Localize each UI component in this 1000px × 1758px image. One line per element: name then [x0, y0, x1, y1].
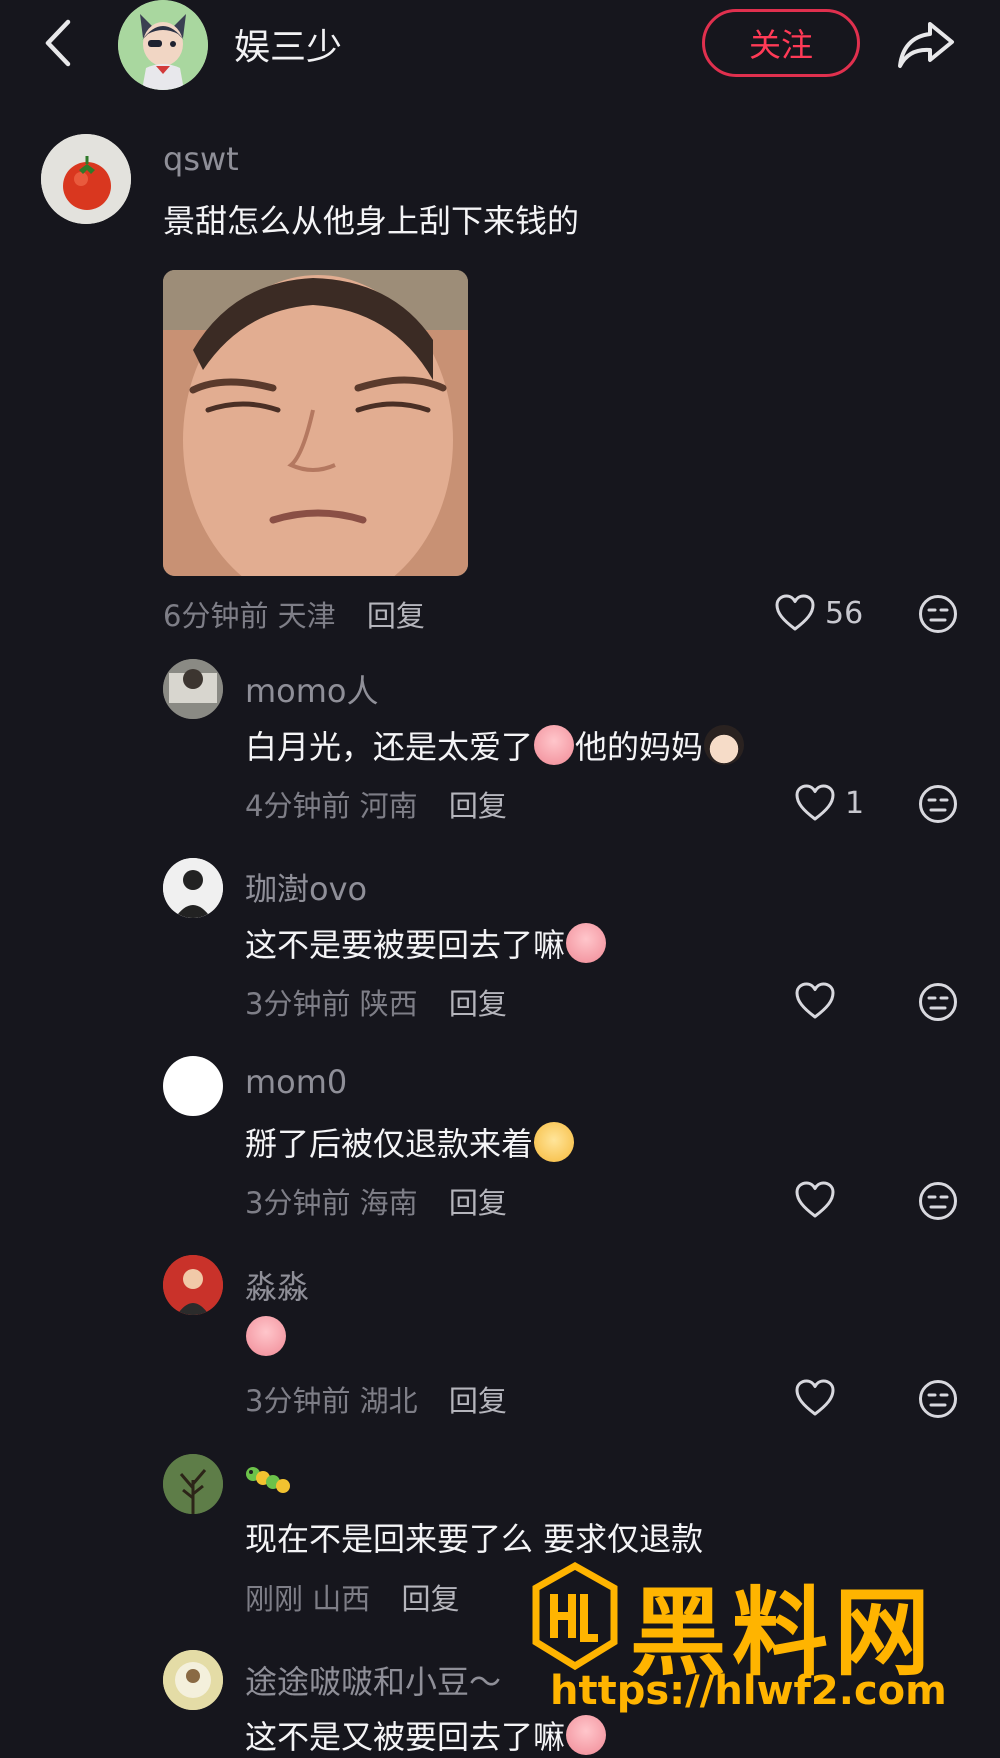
reply-reply-button[interactable]: 回复	[449, 987, 507, 1021]
reply-reply-button[interactable]: 回复	[401, 1582, 459, 1616]
chevron-left-icon	[45, 19, 71, 67]
reply-reply-button[interactable]: 回复	[449, 1186, 507, 1220]
reply-like-button[interactable]	[795, 982, 835, 1024]
reply-like-button[interactable]	[795, 784, 835, 826]
account-avatar[interactable]	[118, 0, 208, 90]
reply-username[interactable]: 途途啵啵和小豆～	[245, 1657, 501, 1703]
comment-meta: 6分钟前 天津 回复	[163, 593, 425, 635]
reply-text: 现在不是回来要了么 要求仅退款	[245, 1520, 704, 1558]
reply-like-button[interactable]	[795, 1181, 835, 1223]
reply-like-count: 1	[845, 786, 865, 821]
reply-like-button[interactable]	[795, 1379, 835, 1421]
heart-icon	[795, 1181, 835, 1218]
reply-meta: 3分钟前 湖北 回复	[245, 1384, 507, 1418]
account-name[interactable]: 娱三少	[234, 18, 342, 70]
woman-emoji-icon	[704, 725, 745, 765]
reply-text: 这不是要被要回去了嘛	[245, 920, 607, 966]
reply-username[interactable]: 淼淼	[245, 1262, 309, 1308]
crying-emoji-icon	[566, 923, 607, 963]
reply-dislike-button[interactable]	[918, 982, 958, 1026]
meh-face-icon	[919, 595, 957, 633]
reply-reply-button[interactable]: 回复	[449, 1384, 507, 1418]
reply-meta: 4分钟前 河南 回复	[245, 789, 507, 823]
reply-avatar[interactable]	[163, 1650, 223, 1710]
reply-username[interactable]: mom0	[245, 1063, 347, 1101]
watermark-url: https://hlwf2.com	[550, 1668, 947, 1714]
crying-emoji-icon	[566, 1715, 607, 1755]
follow-button[interactable]: 关注	[702, 9, 860, 77]
reply-meta: 3分钟前 海南 回复	[245, 1186, 507, 1220]
reply-dislike-button[interactable]	[918, 1181, 958, 1225]
comment-username[interactable]: qswt	[163, 140, 239, 178]
reply-username[interactable]: momo人	[245, 666, 379, 712]
reply-dislike-button[interactable]	[918, 784, 958, 828]
reply-reply-button[interactable]: 回复	[449, 789, 507, 823]
reply-text: 白月光，还是太爱了 他的妈妈	[245, 722, 745, 768]
heart-icon	[795, 784, 835, 821]
reply-avatar[interactable]	[163, 1255, 223, 1315]
heart-icon	[775, 594, 815, 631]
heart-icon	[795, 982, 835, 1019]
comment-avatar[interactable]	[41, 134, 131, 224]
comment-image[interactable]	[163, 270, 468, 576]
comment-location: 天津	[277, 599, 336, 633]
comment-like-button[interactable]	[775, 594, 815, 636]
comment-reply-button[interactable]: 回复	[367, 599, 425, 633]
heart-icon	[795, 1379, 835, 1416]
reply-text	[245, 1316, 287, 1357]
crying-emoji-icon	[246, 1316, 286, 1356]
reply-text: 掰了后被仅退款来着	[245, 1119, 575, 1165]
share-button[interactable]	[896, 18, 956, 70]
reply-meta: 3分钟前 陕西 回复	[245, 987, 507, 1021]
comment-text: 景甜怎么从他身上刮下来钱的	[163, 202, 580, 240]
meh-face-icon	[919, 785, 957, 823]
reply-username[interactable]: 珈澍ovo	[245, 864, 367, 910]
reply-text: 这不是又被要回去了嘛	[245, 1712, 607, 1758]
crying-emoji-icon	[534, 725, 575, 765]
comment-like-count: 56	[825, 596, 864, 631]
caterpillar-emoji-icon	[245, 1460, 291, 1504]
reply-avatar[interactable]	[163, 1454, 223, 1514]
share-icon	[898, 22, 954, 68]
watermark-logo	[530, 1561, 620, 1672]
comment-dislike-button[interactable]	[918, 594, 958, 638]
reply-dislike-button[interactable]	[918, 1379, 958, 1423]
reply-meta: 刚刚 山西 回复	[245, 1582, 460, 1616]
comment-time: 6分钟前	[163, 599, 269, 633]
meh-face-icon	[919, 1380, 957, 1418]
reply-avatar[interactable]	[163, 858, 223, 918]
reply-avatar[interactable]	[163, 1056, 223, 1116]
meh-face-icon	[919, 983, 957, 1021]
meh-face-icon	[919, 1182, 957, 1220]
back-button[interactable]	[40, 18, 80, 68]
reply-avatar[interactable]	[163, 659, 223, 719]
chick-emoji-icon	[534, 1122, 575, 1162]
